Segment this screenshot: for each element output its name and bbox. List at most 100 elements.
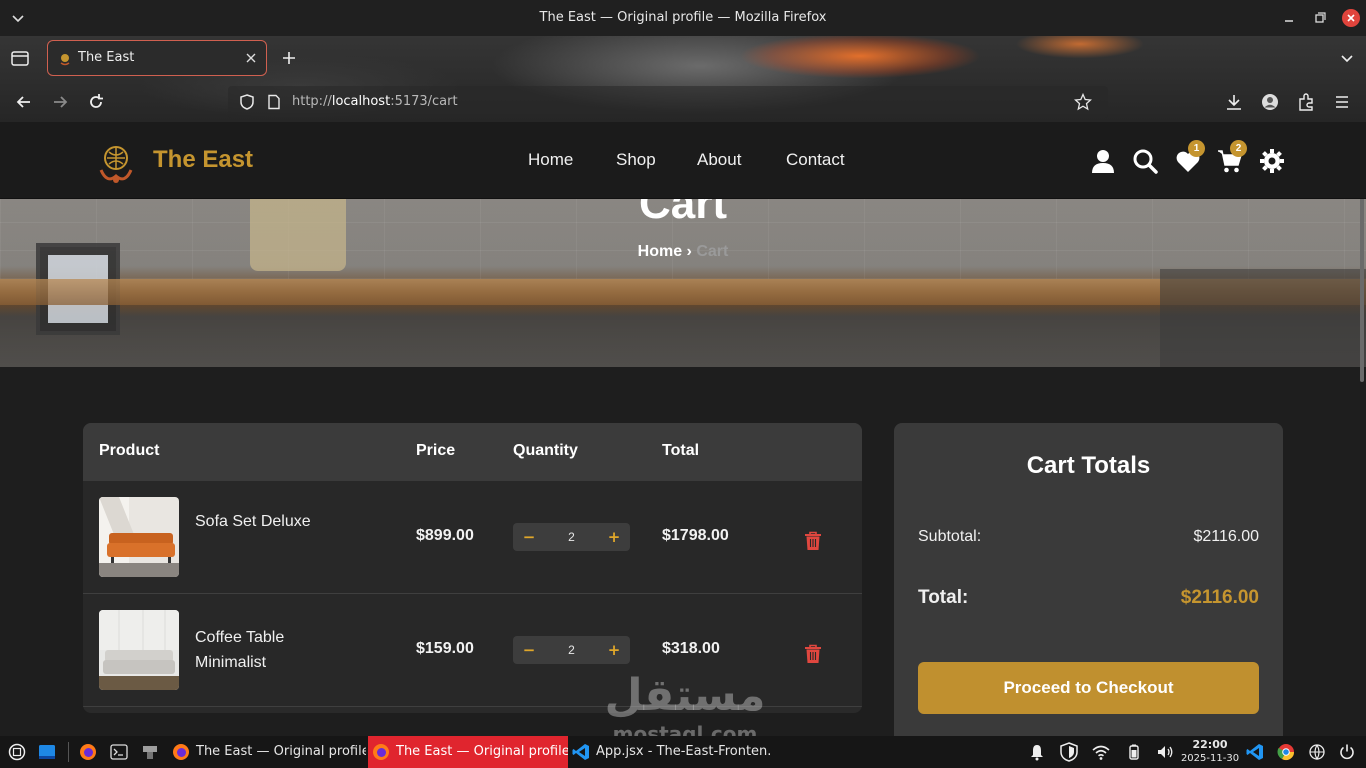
chrome-tray-icon[interactable] <box>1277 743 1295 761</box>
page-info-icon[interactable] <box>266 94 282 110</box>
new-tab-icon[interactable] <box>281 50 297 66</box>
downloads-icon[interactable] <box>1224 92 1244 112</box>
reload-icon[interactable] <box>86 92 106 112</box>
user-icon[interactable] <box>1090 148 1116 174</box>
product-image-coffee-table[interactable] <box>99 610 179 690</box>
system-clock[interactable]: 22:00 2025-11-30 <box>1180 738 1240 766</box>
site-header: The East Home Shop About Contact 1 2 <box>0 122 1366 199</box>
notifications-bell-icon[interactable] <box>1028 743 1046 761</box>
navigation-row: http://localhost:5173/cart <box>0 84 1366 120</box>
line-total: $318.00 <box>662 640 720 657</box>
quantity-stepper: − 2 + <box>513 523 630 551</box>
account-avatar-icon[interactable] <box>1260 92 1280 112</box>
quantity-stepper: − 2 + <box>513 636 630 664</box>
menu-icon[interactable] <box>1332 92 1352 112</box>
taskbar-window-title: The East — Original profile... <box>396 744 568 759</box>
quantity-value[interactable]: 2 <box>545 523 598 551</box>
total-value: $2116.00 <box>1180 587 1259 608</box>
terminal-launcher-icon[interactable] <box>110 743 128 761</box>
bookmark-star-icon[interactable] <box>1074 93 1092 111</box>
close-tab-icon[interactable] <box>244 51 258 65</box>
taskbar-window-title: The East — Original profile... <box>196 744 366 759</box>
clock-date: 2025-11-30 <box>1180 753 1240 764</box>
product-price: $899.00 <box>416 527 474 544</box>
gear-icon[interactable] <box>1259 148 1285 174</box>
extensions-icon[interactable] <box>1296 92 1316 112</box>
cart-count-badge: 2 <box>1230 140 1247 157</box>
decrease-quantity-button[interactable]: − <box>513 636 545 664</box>
firefox-launcher-icon[interactable] <box>79 743 97 761</box>
browser-tab-active[interactable]: The East <box>47 40 267 76</box>
column-header-price: Price <box>416 442 456 459</box>
table-row: Coffee Table Minimalist $159.00 − 2 + $3… <box>83 594 862 707</box>
taskbar-window-firefox-1[interactable]: The East — Original profile... <box>166 736 366 768</box>
breadcrumb-home[interactable]: Home <box>638 243 682 260</box>
security-shield-icon[interactable] <box>1059 742 1079 762</box>
close-window-icon[interactable] <box>1342 9 1360 27</box>
tab-overview-icon[interactable] <box>10 49 30 67</box>
power-icon[interactable] <box>1338 743 1356 761</box>
subtotal-label: Subtotal: <box>918 528 982 545</box>
quantity-value[interactable]: 2 <box>545 636 598 664</box>
taskbar-window-title: App.jsx - The-East-Fronten... <box>596 744 770 759</box>
tab-title: The East <box>78 50 135 65</box>
list-all-tabs-icon[interactable] <box>1340 51 1354 65</box>
increase-quantity-button[interactable]: + <box>598 523 630 551</box>
nav-shop[interactable]: Shop <box>616 150 656 170</box>
nav-contact[interactable]: Contact <box>786 150 845 170</box>
cart-table-header: Product Price Quantity Total <box>83 423 862 481</box>
page-title: Cart <box>638 199 728 228</box>
product-price: $159.00 <box>416 640 474 657</box>
brand-logo-icon[interactable] <box>93 140 139 186</box>
proceed-to-checkout-button[interactable]: Proceed to Checkout <box>918 662 1259 714</box>
page-hero-banner: Cart Home › Cart <box>0 199 1366 367</box>
brand-name[interactable]: The East <box>153 146 253 174</box>
trash-icon[interactable] <box>804 644 822 664</box>
column-header-total: Total <box>662 442 700 459</box>
breadcrumb-separator: › <box>686 243 692 260</box>
total-label: Total: <box>918 587 969 608</box>
increase-quantity-button[interactable]: + <box>598 636 630 664</box>
system-taskbar: The East — Original profile... The East … <box>0 736 1366 768</box>
cart-button[interactable]: 2 <box>1217 140 1247 174</box>
firefox-icon <box>173 744 189 760</box>
forward-icon[interactable] <box>50 92 70 112</box>
trash-icon[interactable] <box>804 531 822 551</box>
breadcrumb-current: Cart <box>696 243 729 260</box>
clock-time: 22:00 <box>1192 738 1228 751</box>
url-text[interactable]: http://localhost:5173/cart <box>292 86 458 118</box>
url-bar[interactable]: http://localhost:5173/cart <box>228 86 1108 118</box>
app-menu-icon[interactable] <box>8 743 26 761</box>
wishlist-button[interactable]: 1 <box>1175 140 1205 174</box>
product-image-sofa[interactable] <box>99 497 179 577</box>
search-icon[interactable] <box>1132 148 1158 174</box>
maximize-icon[interactable] <box>1311 9 1329 27</box>
subtotal-value: $2116.00 <box>1193 528 1259 545</box>
page-scrollbar[interactable] <box>1360 178 1364 382</box>
back-icon[interactable] <box>14 92 34 112</box>
line-total: $1798.00 <box>662 527 729 544</box>
volume-icon[interactable] <box>1156 743 1174 761</box>
minimize-icon[interactable] <box>1280 9 1298 27</box>
column-header-product: Product <box>99 442 160 459</box>
taskbar-window-vscode[interactable]: App.jsx - The-East-Fronten... <box>570 736 770 768</box>
vscode-tray-icon[interactable] <box>1246 743 1264 761</box>
product-name[interactable]: Sofa Set Deluxe <box>195 509 345 534</box>
nav-about[interactable]: About <box>697 150 741 170</box>
nav-home[interactable]: Home <box>528 150 573 170</box>
network-globe-icon[interactable] <box>1308 743 1326 761</box>
hero-background-shadow <box>1160 269 1366 367</box>
decrease-quantity-button[interactable]: − <box>513 523 545 551</box>
column-header-quantity: Quantity <box>513 442 578 459</box>
vscode-icon <box>572 744 589 760</box>
file-manager-launcher-icon[interactable] <box>141 743 159 761</box>
battery-icon[interactable] <box>1125 743 1143 761</box>
window-titlebar: The East — Original profile — Mozilla Fi… <box>0 0 1366 36</box>
wifi-icon[interactable] <box>1092 743 1110 761</box>
shield-icon[interactable] <box>238 93 256 111</box>
taskbar-window-firefox-2[interactable]: The East — Original profile... <box>368 736 568 768</box>
product-name[interactable]: Coffee Table Minimalist <box>195 625 345 675</box>
breadcrumb: Home › Cart <box>0 243 1366 261</box>
show-desktop-icon[interactable] <box>38 743 56 761</box>
cart-table: Product Price Quantity Total Sofa Set De… <box>83 423 862 713</box>
